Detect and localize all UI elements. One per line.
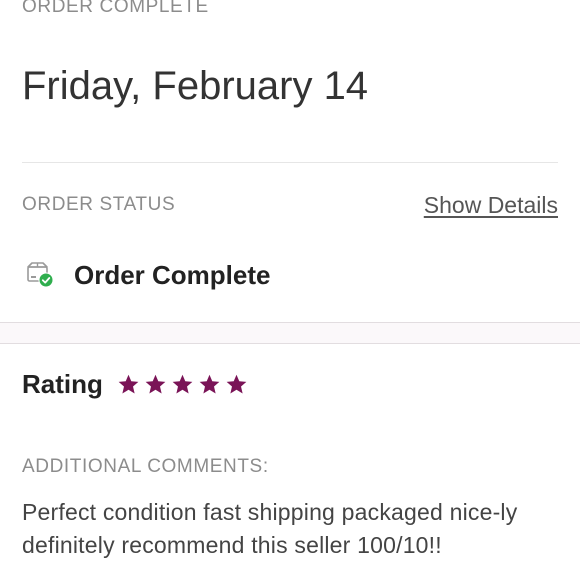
- divider-line: [22, 162, 558, 163]
- order-status-label: ORDER STATUS: [22, 194, 176, 215]
- order-status-text: Order Complete: [74, 259, 271, 290]
- additional-comments-label: ADDITIONAL COMMENTS:: [22, 456, 269, 477]
- rating-stars: [117, 373, 248, 396]
- show-details-link[interactable]: Show Details: [424, 192, 558, 219]
- rating-label: Rating: [22, 368, 103, 399]
- star-icon: [145, 374, 166, 394]
- order-date-title: Friday, February 14: [22, 64, 369, 108]
- order-complete-eyebrow: ORDER COMPLETE: [22, 0, 209, 17]
- package-check-icon: [22, 260, 56, 290]
- section-divider: [0, 322, 580, 344]
- order-status-row: Order Complete: [22, 258, 271, 292]
- star-icon: [199, 374, 220, 394]
- star-icon: [226, 374, 247, 394]
- comment-text: Perfect condition fast shipping packaged…: [22, 499, 518, 558]
- order-summary-card: ORDER COMPLETE Friday, February 14 ORDER…: [0, 0, 580, 322]
- star-icon: [172, 374, 193, 394]
- rating-row: Rating: [22, 366, 248, 402]
- star-icon: [118, 374, 139, 394]
